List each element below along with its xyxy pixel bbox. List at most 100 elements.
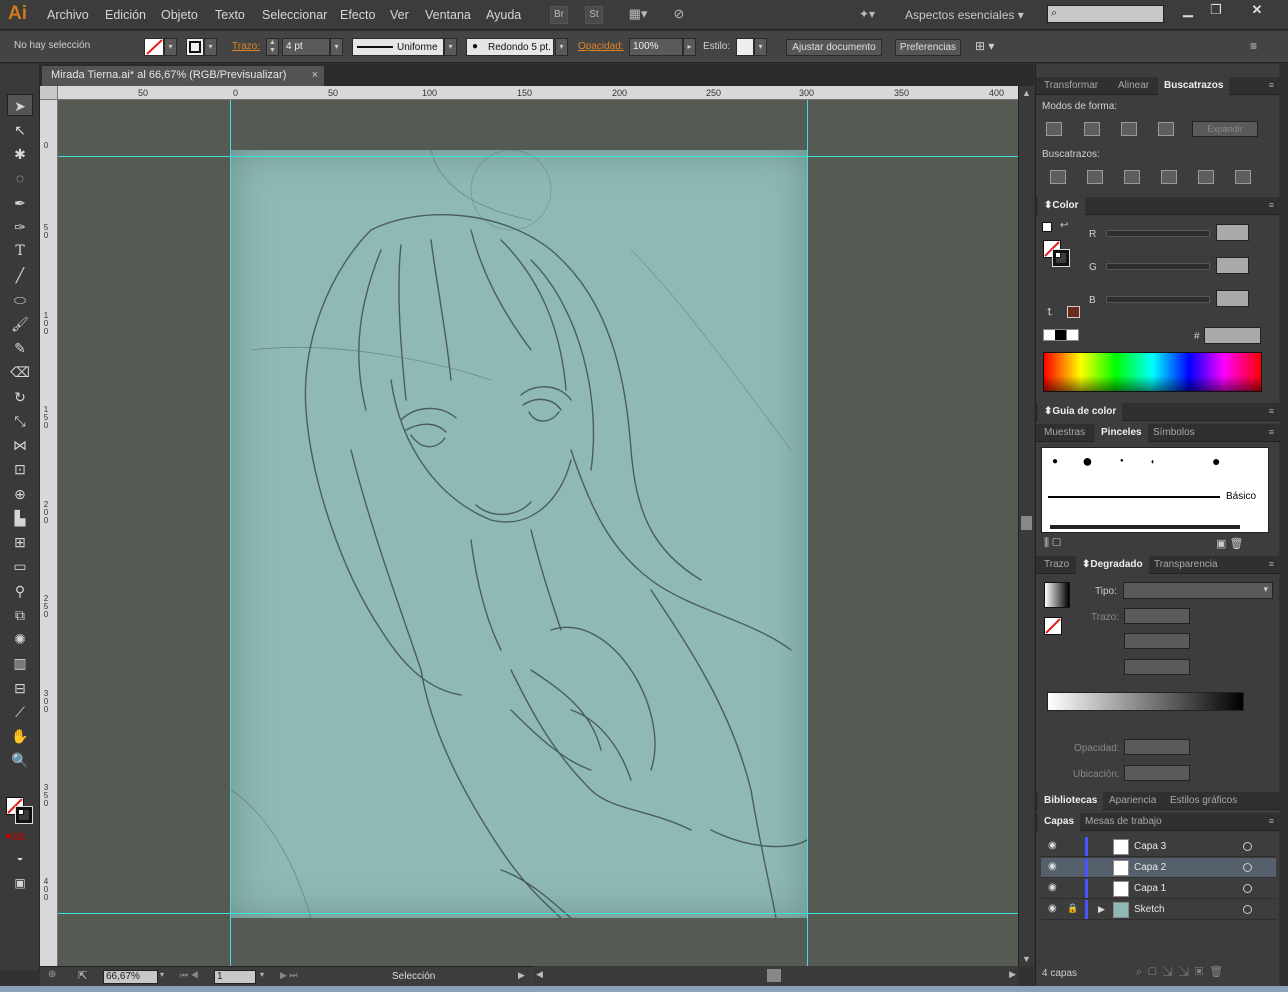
basic-brush-line[interactable]	[1048, 496, 1220, 498]
ruler-corner[interactable]	[40, 86, 58, 100]
gradient-stroke-options[interactable]	[1124, 608, 1190, 624]
scroll-up-icon[interactable]: ▲	[1022, 88, 1031, 98]
current-tool-status[interactable]: Selección	[392, 971, 435, 982]
zoom-input[interactable]: 66,67%	[103, 970, 158, 984]
horizontal-scrollbar[interactable]: ◀ ▶	[534, 966, 1018, 986]
opacity-label[interactable]: Opacidad:	[578, 41, 624, 52]
tab-estilos-graficos[interactable]: Estilos gráficos	[1164, 792, 1243, 810]
color-spectrum[interactable]	[1043, 352, 1262, 392]
brush-dropdown[interactable]: ▾	[555, 38, 568, 56]
visibility-eye-icon[interactable]: ◉	[1048, 861, 1057, 872]
canvas[interactable]	[58, 100, 1018, 966]
graphic-style-swatch[interactable]	[736, 38, 754, 56]
divide-icon[interactable]	[1050, 170, 1066, 184]
draw-mode-icon[interactable]: ◒	[7, 847, 33, 869]
brush-dot-medium[interactable]: ●	[1212, 453, 1220, 469]
arrange-documents-icon[interactable]: ▦▾	[624, 6, 652, 24]
pen-tool-icon[interactable]: ✒	[7, 192, 33, 214]
scroll-down-icon[interactable]: ▼	[1022, 954, 1031, 964]
menu-archivo[interactable]: Archivo	[47, 8, 89, 22]
panel-menu-icon[interactable]: ≡	[1250, 39, 1257, 53]
zoom-dropdown-icon[interactable]: ▾	[160, 970, 164, 979]
layer-row[interactable]: ◉ Capa 3	[1041, 837, 1276, 857]
perspective-grid-tool-icon[interactable]: ▙	[7, 507, 33, 529]
panel-menu-icon[interactable]: ≡	[1269, 406, 1274, 416]
tab-apariencia[interactable]: Apariencia	[1103, 792, 1162, 810]
tab-alinear[interactable]: Alinear	[1112, 77, 1155, 95]
brush-dot-tiny[interactable]: ●	[1120, 458, 1124, 464]
visibility-eye-icon[interactable]: ◉	[1048, 903, 1057, 914]
layer-target-icon[interactable]	[1243, 884, 1252, 893]
g-value-input[interactable]	[1216, 257, 1249, 274]
b-slider[interactable]	[1106, 296, 1210, 303]
menu-objeto[interactable]: Objeto	[161, 8, 198, 22]
gradient-fill-icon[interactable]	[1044, 617, 1062, 635]
gradient-tool-icon[interactable]: ▭	[7, 555, 33, 577]
tab-capas[interactable]: Capas	[1038, 813, 1081, 831]
brush-dot-small[interactable]: ●	[1052, 456, 1058, 467]
crop-icon[interactable]	[1161, 170, 1177, 184]
stroke-swatch[interactable]	[186, 38, 204, 56]
opacity-slider-toggle[interactable]: ▸	[683, 38, 696, 56]
menu-seleccionar[interactable]: Seleccionar	[262, 8, 327, 22]
brush-libraries-icon[interactable]: ⫼ ▢	[1044, 537, 1061, 550]
r-slider[interactable]	[1106, 230, 1210, 237]
fill-swatch[interactable]	[144, 38, 164, 56]
profile-dropdown[interactable]: ▾	[444, 38, 457, 56]
intersect-icon[interactable]	[1121, 122, 1137, 136]
menu-efecto[interactable]: Efecto	[340, 8, 375, 22]
gradient-preview-swatch[interactable]	[1044, 582, 1070, 608]
zoom-tool-icon[interactable]: 🔍	[7, 749, 33, 771]
expand-button[interactable]: Expandir	[1192, 121, 1258, 137]
panel-menu-icon[interactable]: ≡	[1269, 816, 1274, 826]
guide-vertical[interactable]	[230, 100, 231, 966]
tab-guia-de-color[interactable]: ⬍Guía de color	[1038, 403, 1123, 421]
outline-icon[interactable]	[1198, 170, 1214, 184]
brush-definition[interactable]: ● Redondo 5 pt.	[466, 38, 554, 56]
horizontal-scroll-thumb[interactable]	[767, 969, 781, 982]
gradient-type-select[interactable]: ▾	[1123, 582, 1273, 599]
blend-tool-icon[interactable]: ⧉	[7, 604, 33, 626]
guide-vertical[interactable]	[807, 100, 808, 966]
direct-selection-tool-icon[interactable]: ↖	[7, 119, 33, 141]
minimize-icon[interactable]: ▁	[1175, 2, 1201, 18]
screen-mode-icon[interactable]: ▣	[7, 872, 33, 894]
rotate-tool-icon[interactable]: ↻	[7, 386, 33, 408]
tab-transformar[interactable]: Transformar	[1038, 77, 1104, 95]
scroll-left-icon[interactable]: ◀	[536, 969, 543, 980]
guide-horizontal[interactable]	[58, 156, 1018, 157]
ellipse-tool-icon[interactable]: ⬭	[7, 289, 33, 311]
stock-button[interactable]: St	[585, 6, 603, 24]
width-tool-icon[interactable]: ⋈	[7, 434, 33, 456]
layer-target-icon[interactable]	[1243, 842, 1252, 851]
merge-icon[interactable]	[1124, 170, 1140, 184]
artboard-dropdown-icon[interactable]: ▾	[260, 970, 264, 979]
menu-edicion[interactable]: Edición	[105, 8, 146, 22]
lock-icon[interactable]: 🔒	[1067, 903, 1078, 914]
next-artboard-icon[interactable]: ▶ ⏭	[280, 970, 298, 981]
paintbrush-tool-icon[interactable]: 🖌	[7, 313, 33, 335]
shape-builder-tool-icon[interactable]: ⊕	[7, 483, 33, 505]
layer-name[interactable]: Capa 2	[1134, 862, 1166, 873]
minus-front-icon[interactable]	[1084, 122, 1100, 136]
eraser-tool-icon[interactable]: ⌫	[7, 361, 33, 383]
lasso-tool-icon[interactable]: ◌	[7, 167, 33, 189]
stroke-dropdown[interactable]: ▾	[204, 38, 217, 56]
gpu-performance-icon[interactable]: ⊘	[668, 6, 690, 24]
column-graph-tool-icon[interactable]: ▥	[7, 652, 33, 674]
tab-muestras[interactable]: Muestras	[1038, 424, 1091, 442]
expand-layer-icon[interactable]: ▶	[1098, 904, 1105, 915]
guide-horizontal[interactable]	[58, 913, 1018, 914]
vertical-scroll-thumb[interactable]	[1021, 516, 1032, 530]
fill-dropdown[interactable]: ▾	[164, 38, 177, 56]
panel-menu-icon[interactable]: ≡	[1269, 559, 1274, 569]
minus-back-icon[interactable]	[1235, 170, 1251, 184]
bridge-button[interactable]: Br	[550, 6, 568, 24]
unite-icon[interactable]	[1046, 122, 1062, 136]
sync-settings-icon[interactable]: ✦▾	[855, 6, 879, 24]
vertical-ruler[interactable]: 0 50 100 150 200 250 300 350 400	[40, 86, 58, 966]
tab-trazo[interactable]: Trazo	[1038, 556, 1075, 574]
panel-menu-icon[interactable]: ≡	[1269, 80, 1274, 90]
gradient-slider[interactable]	[1047, 692, 1244, 711]
layer-name[interactable]: Capa 3	[1134, 841, 1166, 852]
